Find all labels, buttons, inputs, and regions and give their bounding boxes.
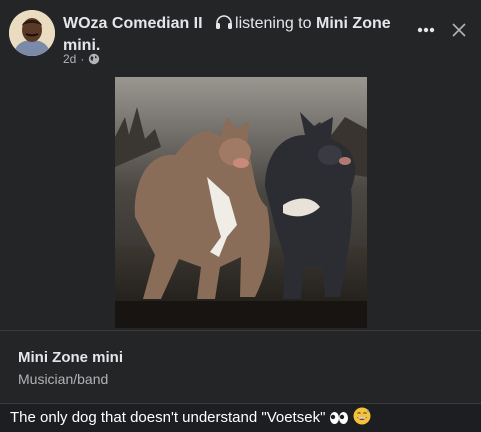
post-image[interactable] bbox=[115, 77, 367, 328]
globe-icon bbox=[88, 53, 100, 65]
eyes-emoji bbox=[329, 411, 349, 429]
feed-post: WOza Comedian II listening to Mini Zone … bbox=[0, 0, 481, 432]
headphones-icon bbox=[215, 14, 233, 30]
post-time[interactable]: 2d bbox=[63, 52, 76, 66]
post-caption: The only dog that doesn't understand "Vo… bbox=[0, 407, 371, 429]
more-horizontal-icon bbox=[417, 27, 435, 33]
post-meta: 2d · bbox=[63, 52, 100, 66]
caption-text: The only dog that doesn't understand "Vo… bbox=[10, 409, 326, 426]
grinning-sweat-emoji bbox=[353, 407, 371, 429]
meta-separator: · bbox=[80, 52, 85, 66]
page-name[interactable]: Mini Zone mini bbox=[18, 349, 123, 366]
page-category: Musician/band bbox=[18, 371, 109, 387]
author-name[interactable]: WOza Comedian II bbox=[63, 15, 203, 32]
close-button[interactable] bbox=[447, 18, 471, 42]
caption-bar: The only dog that doesn't understand "Vo… bbox=[0, 404, 481, 432]
page-link-card[interactable]: Mini Zone mini Musician/band bbox=[0, 331, 481, 401]
post-title: WOza Comedian II listening to Mini Zone … bbox=[63, 13, 403, 57]
activity-text: listening to bbox=[235, 15, 312, 32]
avatar[interactable] bbox=[9, 10, 55, 56]
post-header: WOza Comedian II listening to Mini Zone … bbox=[0, 0, 481, 72]
close-icon bbox=[452, 23, 466, 37]
more-options-button[interactable] bbox=[414, 18, 438, 42]
